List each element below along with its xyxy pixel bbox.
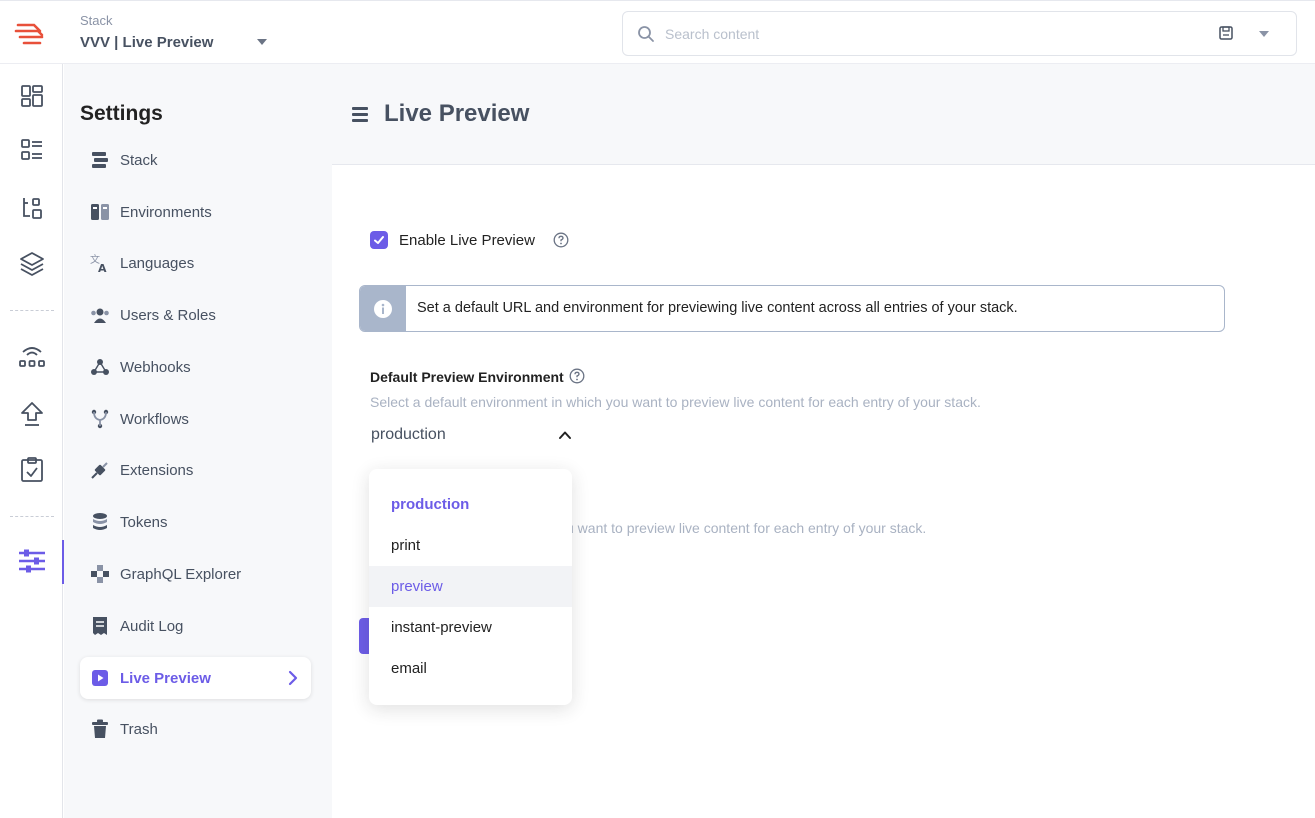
settings-item-label: Webhooks [120,358,191,376]
dropdown-option-instant-preview[interactable]: instant-preview [369,607,572,648]
left-rail [0,64,64,818]
settings-item-trash[interactable]: Trash [80,708,311,750]
settings-item-graphql-explorer[interactable]: GraphQL Explorer [80,553,311,595]
environments-icon [90,202,110,222]
search-bar [622,11,1297,56]
publish-queue-icon[interactable] [12,394,52,434]
environment-dropdown-menu: production print preview instant-preview… [369,469,572,705]
workflows-icon [90,409,110,429]
settings-item-users-roles[interactable]: Users & Roles [80,294,311,336]
content-models-icon[interactable] [12,188,52,228]
settings-item-label: GraphQL Explorer [120,565,242,583]
settings-item-audit-log[interactable]: Audit Log [80,605,311,647]
settings-item-environments[interactable]: Environments [80,191,311,233]
settings-item-label: Workflows [120,410,189,428]
settings-item-label: Extensions [120,461,194,479]
hamburger-menu-icon[interactable] [352,107,368,122]
settings-item-extensions[interactable]: Extensions [80,449,311,491]
stack-switcher-caret-icon[interactable] [257,39,267,45]
settings-sliders-icon[interactable] [12,541,52,581]
languages-icon: 文A [90,253,110,273]
svg-text:A: A [98,262,107,273]
settings-item-label: Trash [120,720,158,738]
assets-layers-icon[interactable] [12,244,52,284]
settings-item-label: Users & Roles [120,306,216,324]
help-circle-icon[interactable] [569,368,585,384]
environment-select[interactable]: production [371,426,446,444]
search-icon [638,26,654,42]
settings-item-label: Live Preview [120,669,211,687]
settings-item-live-preview[interactable]: Live Preview [80,657,311,699]
workflows-icon[interactable] [12,336,52,376]
settings-item-languages[interactable]: 文A Languages [80,242,311,284]
settings-item-label: Environments [120,203,212,221]
settings-item-label: Languages [120,254,195,272]
search-input[interactable] [665,22,1185,46]
enable-live-preview-label[interactable]: Enable Live Preview [399,232,535,249]
tokens-icon [90,512,110,532]
live-preview-icon [90,668,110,688]
chevron-right-icon [288,670,298,686]
info-text: Set a default URL and environment for pr… [417,300,1018,316]
dropdown-option-preview[interactable]: preview [369,566,572,607]
settings-item-label: Stack [120,151,158,169]
settings-title: Settings [80,102,163,125]
saved-search-icon[interactable] [1217,24,1235,42]
rail-divider [10,310,54,311]
page-header: Live Preview [332,64,1315,165]
secondary-field-help: u want to preview live content for each … [566,520,927,536]
stack-name[interactable]: VVV | Live Preview [80,34,213,51]
checkmark-icon [374,236,384,244]
settings-item-stack[interactable]: Stack [80,139,311,181]
rail-divider [10,516,54,517]
dropdown-option-print[interactable]: print [369,525,572,566]
stack-label: Stack [80,13,113,28]
graphql-icon [90,564,110,584]
dropdown-option-email[interactable]: email [369,648,572,689]
dropdown-option-production[interactable]: production [369,484,572,525]
help-circle-icon[interactable] [553,232,569,248]
extensions-icon [90,460,110,480]
settings-item-label: Tokens [120,513,168,531]
chevron-up-icon[interactable] [557,427,573,443]
audit-log-icon [90,616,110,636]
search-options-caret-icon[interactable] [1259,31,1269,37]
settings-sidebar: Settings Stack Environments 文A Languages… [64,64,332,818]
top-bar: Stack VVV | Live Preview [0,0,1315,64]
settings-item-label: Audit Log [120,617,184,635]
default-preview-environment-help: Select a default environment in which yo… [370,394,981,410]
tasks-icon[interactable] [12,450,52,490]
webhooks-icon [90,357,110,377]
settings-item-workflows[interactable]: Workflows [80,398,311,440]
settings-item-webhooks[interactable]: Webhooks [80,346,311,388]
stack-icon [90,150,110,170]
enable-live-preview-checkbox[interactable] [370,231,388,249]
info-notice: Set a default URL and environment for pr… [359,285,1225,332]
users-icon [90,305,110,325]
dashboard-icon[interactable] [12,76,52,116]
entries-list-icon[interactable] [12,130,52,170]
page-title: Live Preview [384,100,530,127]
contentstack-logo-icon[interactable] [14,19,48,49]
default-preview-environment-label: Default Preview Environment [370,369,564,385]
info-icon [360,286,406,331]
trash-icon [90,719,110,739]
settings-item-tokens[interactable]: Tokens [80,501,311,543]
